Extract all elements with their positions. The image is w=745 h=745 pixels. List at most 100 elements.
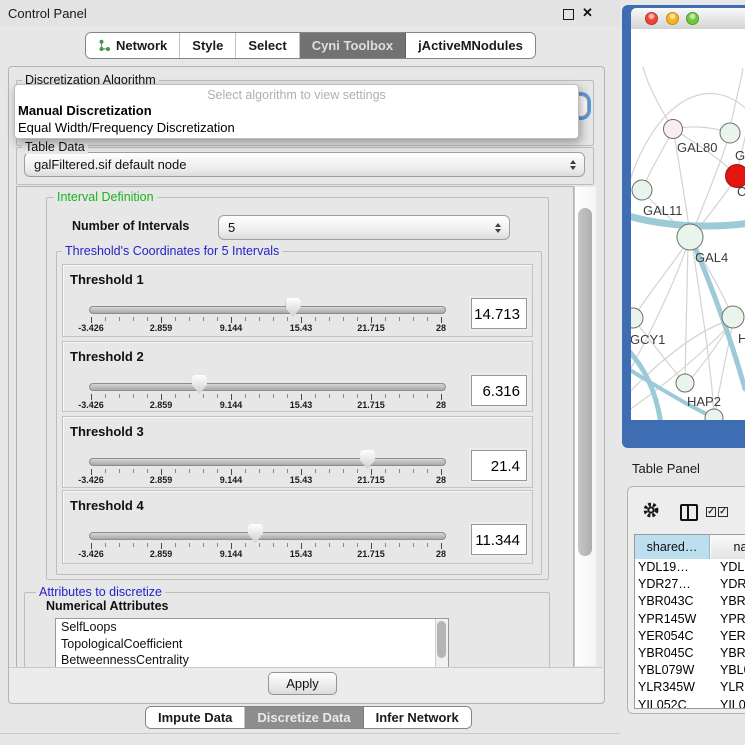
apply-button[interactable]: Apply	[268, 672, 337, 695]
tab-label: Impute Data	[158, 710, 232, 725]
table-row[interactable]: YBR045CYBR04	[635, 645, 745, 662]
threshold-value-field[interactable]: 11.344	[471, 524, 527, 555]
slider-tick-label: -3.426	[61, 400, 121, 410]
cell-shared-name: YBR043C	[638, 594, 694, 608]
tab-select[interactable]: Select	[236, 33, 299, 58]
slider-thumb[interactable]	[360, 450, 375, 469]
minimize-window-icon[interactable]	[666, 12, 679, 25]
network-node-gal80[interactable]	[664, 120, 683, 139]
slider-tick	[399, 394, 400, 398]
slider-track[interactable]	[89, 532, 446, 540]
columns-icon[interactable]	[680, 504, 698, 521]
slider-tick	[343, 469, 344, 473]
network-node-gcy1[interactable]	[631, 308, 643, 328]
table-row[interactable]: YDR27…YDR27	[635, 576, 745, 593]
tab-infer-network[interactable]: Infer Network	[364, 707, 471, 728]
slider-tick	[273, 469, 274, 473]
slider-tick	[413, 394, 414, 398]
node-label-ga: GA	[735, 148, 745, 163]
slider-tick	[175, 317, 176, 321]
network-edge[interactable]	[643, 67, 673, 129]
cell-name: YBR04	[720, 594, 745, 608]
network-node-hap2[interactable]	[676, 374, 694, 392]
slider-thumb[interactable]	[286, 298, 301, 317]
tab-discretize-data[interactable]: Discretize Data	[245, 707, 363, 728]
slider-track[interactable]	[89, 383, 446, 391]
close-icon[interactable]: ✕	[582, 5, 593, 21]
column-header-name[interactable]: na	[711, 535, 745, 559]
list-item-selfloops[interactable]: SelfLoops	[56, 619, 448, 636]
slider-tick	[133, 394, 134, 398]
slider-tick	[217, 394, 218, 398]
slider-tick	[189, 469, 190, 473]
network-canvas[interactable]: GAL80GACGAL11GAL4GCY1HHAP2	[631, 29, 745, 420]
control-panel-tabs: NetworkStyleSelectCyni ToolboxjActiveMNo…	[85, 32, 536, 59]
network-edge[interactable]	[635, 241, 688, 316]
table-row[interactable]: YIL052CYIL05	[635, 697, 745, 709]
float-window-icon[interactable]	[563, 9, 574, 20]
slider-tick	[413, 469, 414, 473]
table-row[interactable]: YPR145WYPR14	[635, 611, 745, 628]
tab-style[interactable]: Style	[180, 33, 236, 58]
num-intervals-combobox[interactable]: 5	[218, 215, 510, 240]
network-node-h[interactable]	[722, 306, 744, 328]
slider-tick-label: 9.144	[201, 549, 261, 559]
slider-tick	[273, 317, 274, 321]
attributes-list: SelfLoopsTopologicalCoefficientBetweenne…	[55, 618, 449, 669]
network-node-node-bottom[interactable]	[705, 409, 723, 420]
slider-track[interactable]	[89, 306, 446, 314]
table-row[interactable]: YLR345WYLR34	[635, 679, 745, 696]
slider-tick-label: 28	[411, 400, 471, 410]
network-edge[interactable]	[685, 243, 688, 380]
slider-tick	[399, 317, 400, 321]
attributes-list-scrollbar[interactable]	[435, 619, 448, 668]
column-header-shared-name[interactable]: shared…	[635, 535, 710, 559]
threshold-value-field[interactable]: 14.713	[471, 298, 527, 329]
table-row[interactable]: YBR043C YBR04	[635, 593, 745, 610]
network-edge[interactable]	[729, 69, 743, 132]
slider-tick	[119, 469, 120, 473]
tab-jactivemnodules[interactable]: jActiveMNodules	[406, 33, 535, 58]
checkbox-icon[interactable]: ✓	[706, 507, 716, 517]
table-row[interactable]: YER054CYER05	[635, 628, 745, 645]
network-node-gal11[interactable]	[632, 180, 652, 200]
network-node-gal4[interactable]	[677, 224, 703, 250]
table-row[interactable]: YDL19…YDL19	[635, 559, 745, 576]
network-edge[interactable]	[643, 129, 673, 189]
slider-thumb[interactable]	[192, 375, 207, 394]
tab-impute-data[interactable]: Impute Data	[146, 707, 245, 728]
slider-tick-label: 28	[411, 323, 471, 333]
network-view-window[interactable]: GAL80GACGAL11GAL4GCY1HHAP2	[622, 5, 745, 448]
slider-tick-label: 9.144	[201, 323, 261, 333]
threshold-value-field[interactable]: 6.316	[471, 375, 527, 406]
popup-option-manual-discretization[interactable]: Manual Discretization	[18, 103, 152, 118]
network-edge-thick[interactable]	[631, 347, 661, 420]
network-window-titlebar[interactable]	[631, 8, 745, 30]
slider-thumb[interactable]	[248, 524, 263, 543]
table-panel-title: Table Panel	[632, 461, 700, 476]
slider-tick	[105, 469, 106, 473]
close-window-icon[interactable]	[645, 12, 658, 25]
threshold-value-field[interactable]: 21.4	[471, 450, 527, 481]
slider-tick-label: 28	[411, 475, 471, 485]
thresholds-group-title: Threshold's Coordinates for 5 Intervals	[62, 244, 282, 258]
slider-tick	[147, 469, 148, 473]
main-scrollbar[interactable]	[574, 187, 596, 666]
checkbox-icon[interactable]: ✓	[718, 507, 728, 517]
tab-cyni-toolbox[interactable]: Cyni Toolbox	[300, 33, 406, 58]
slider-tick	[427, 394, 428, 398]
table-data-combobox[interactable]: galFiltered.sif default node	[24, 152, 585, 177]
slider-tick	[147, 543, 148, 547]
node-table: shared… na YDL19…YDL19YDR27…YDR27YBR043C…	[634, 534, 745, 709]
zoom-window-icon[interactable]	[686, 12, 699, 25]
popup-option-equal-width-frequency[interactable]: Equal Width/Frequency Discretization	[18, 120, 235, 135]
table-row[interactable]: YBL079WYBL07	[635, 662, 745, 679]
list-item-topologicalcoefficient[interactable]: TopologicalCoefficient	[56, 636, 448, 653]
network-node-ga[interactable]	[720, 123, 740, 143]
gear-icon[interactable]	[642, 501, 660, 519]
tab-network[interactable]: Network	[86, 33, 180, 58]
slider-track[interactable]	[89, 458, 446, 466]
slider-tick	[245, 317, 246, 321]
main-scrollbar-thumb[interactable]	[578, 208, 592, 556]
slider-tick	[203, 317, 204, 321]
